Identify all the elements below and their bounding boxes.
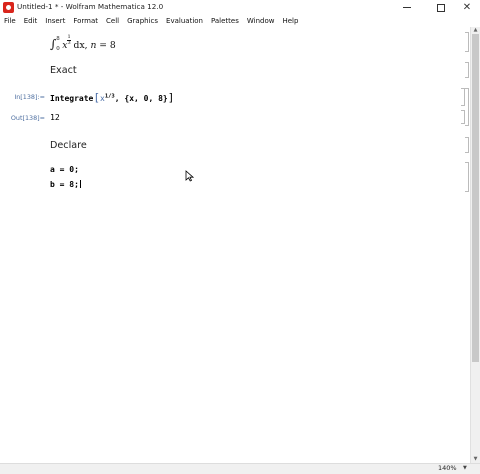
output-label: Out[138]= (10, 114, 45, 122)
close-bracket: ] (167, 91, 175, 104)
scroll-up-arrow-icon[interactable]: ▲ (471, 27, 480, 34)
scroll-down-arrow-icon[interactable]: ▼ (471, 456, 480, 463)
function-name: Integrate (50, 94, 94, 103)
menu-palettes[interactable]: Palettes (207, 15, 243, 27)
menu-insert[interactable]: Insert (41, 15, 69, 27)
integral-lower-limit: 0 (56, 46, 60, 52)
menu-graphics[interactable]: Graphics (123, 15, 162, 27)
menu-evaluation[interactable]: Evaluation (162, 15, 207, 27)
n-value: = 8 (96, 40, 116, 51)
maximize-button[interactable] (428, 0, 454, 15)
scrollbar-thumb[interactable] (472, 34, 479, 362)
menu-help[interactable]: Help (278, 15, 302, 27)
mouse-pointer-icon (185, 170, 194, 182)
menu-edit[interactable]: Edit (20, 15, 42, 27)
close-button[interactable]: ✕ (454, 0, 480, 15)
declare-b-text: b = 8; (50, 180, 79, 189)
window-title: Untitled-1 * - Wolfram Mathematica 12.0 (17, 2, 164, 11)
menu-format[interactable]: Format (69, 15, 102, 27)
cell-bracket[interactable] (465, 32, 469, 52)
input-arguments: , {x, 0, 8} (114, 94, 168, 103)
input-label: In[138]:= (14, 93, 45, 101)
menu-file[interactable]: File (0, 15, 20, 27)
close-icon: ✕ (462, 1, 472, 13)
integral-differential: dx, (70, 40, 91, 51)
status-bar (0, 463, 480, 474)
output-cell-bracket[interactable] (461, 110, 465, 124)
section-declare[interactable]: Declare (50, 140, 87, 151)
text-cursor (79, 180, 81, 188)
minimize-button[interactable] (394, 0, 420, 15)
group-bracket[interactable] (465, 88, 469, 126)
cell-bracket[interactable] (465, 62, 469, 78)
integral-text-cell[interactable]: ∫ 0 8 x 1 3 dx, n = 8 (50, 35, 116, 53)
section-exact[interactable]: Exact (50, 65, 77, 76)
input-exponent: 1/3 (104, 93, 115, 100)
minimize-icon (403, 7, 411, 8)
menu-window[interactable]: Window (243, 15, 279, 27)
menu-bar: File Edit Insert Format Cell Graphics Ev… (0, 15, 480, 27)
output-cell[interactable]: 12 (50, 112, 60, 122)
declare-b-cell[interactable]: b = 8; (50, 180, 81, 189)
maximize-icon (437, 3, 445, 12)
declare-a-cell[interactable]: a = 0; (50, 165, 79, 174)
integral-upper-limit: 8 (56, 36, 60, 42)
cell-bracket[interactable] (465, 137, 469, 153)
menu-cell[interactable]: Cell (102, 15, 123, 27)
mathematica-logo-icon (3, 2, 14, 13)
open-bracket: [ (93, 91, 100, 104)
zoom-dropdown-icon[interactable]: ▼ (463, 464, 467, 473)
input-cell[interactable]: Integrate[x1/3, {x, 0, 8}] (50, 91, 174, 104)
cell-bracket[interactable] (465, 162, 469, 192)
